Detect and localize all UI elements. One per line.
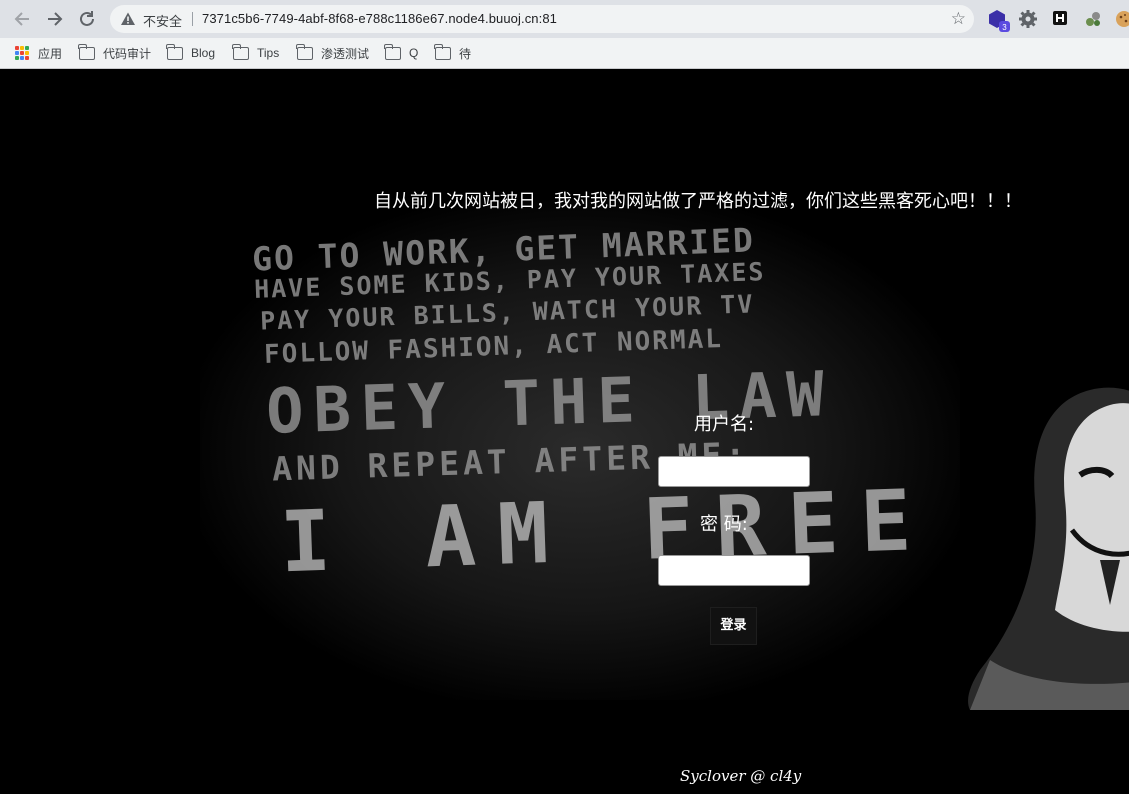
- extension-puzzle-button[interactable]: [1082, 8, 1104, 30]
- forward-button[interactable]: [44, 8, 66, 30]
- bookmark-folder-tips[interactable]: Tips: [232, 43, 280, 62]
- folder-icon: [296, 43, 313, 60]
- puzzle-extension-icon: [1086, 12, 1100, 26]
- cookie-icon: [1116, 11, 1129, 27]
- extension-badge: 3: [1002, 23, 1007, 32]
- bookmark-label: 代码审计: [103, 46, 152, 61]
- reload-button[interactable]: [76, 8, 98, 30]
- address-bar[interactable]: 不安全 7371c5b6-7749-4abf-8f68-e788c1186e67…: [110, 5, 974, 33]
- gear-icon: [1019, 10, 1037, 28]
- extension-cookie-button[interactable]: [1113, 8, 1129, 30]
- bookmark-folder-blog[interactable]: Blog: [166, 43, 216, 62]
- bookmark-label: Q: [409, 46, 419, 60]
- bookmark-folder-q[interactable]: Q: [384, 43, 419, 62]
- folder-icon: [384, 43, 401, 60]
- h-square-icon: [1053, 11, 1067, 25]
- bookmark-star-icon[interactable]: ☆: [951, 9, 966, 29]
- folder-icon: [78, 43, 95, 60]
- extension-gear-button[interactable]: [1017, 8, 1039, 30]
- back-button[interactable]: [11, 8, 33, 30]
- reload-icon: [80, 11, 94, 26]
- bookmark-label: 渗透测试: [321, 46, 370, 61]
- bookmark-folder-pentest[interactable]: 渗透测试: [296, 43, 370, 62]
- hexagon-extension-icon: 3: [989, 10, 1010, 32]
- password-label: 密 码:: [700, 514, 748, 535]
- apps-icon: [15, 46, 29, 60]
- bookmark-folder-code-audit[interactable]: 代码审计: [78, 43, 152, 62]
- browser-toolbar: 不安全 7371c5b6-7749-4abf-8f68-e788c1186e67…: [0, 0, 1129, 38]
- guy-fawkes-mask-image: [968, 387, 1129, 710]
- poster-line: I AM FREE: [278, 470, 935, 592]
- bookmark-apps[interactable]: 应用: [15, 44, 62, 62]
- url-text[interactable]: 7371c5b6-7749-4abf-8f68-e788c1186e67.nod…: [202, 11, 557, 26]
- address-separator: [192, 12, 193, 26]
- arrow-left-icon: [14, 12, 29, 26]
- bookmark-label: Tips: [257, 46, 280, 60]
- bookmark-label: 应用: [38, 46, 63, 61]
- bookmarks-bar: 应用 代码审计 Blog Tips 渗透测试 Q 待: [0, 38, 1129, 69]
- folder-icon: [166, 43, 183, 60]
- bookmark-label: 待: [459, 46, 472, 61]
- folder-icon: [434, 43, 451, 60]
- background-poster: GO TO WORK, GET MARRIED HAVE SOME KIDS, …: [250, 220, 934, 600]
- security-label[interactable]: 不安全: [143, 11, 182, 30]
- arrow-right-icon: [48, 12, 63, 26]
- page-headline: 自从前几次网站被日，我对我的网站做了严格的过滤，你们这些黑客死心吧！！！: [374, 191, 1022, 212]
- password-input[interactable]: [658, 555, 810, 586]
- bookmark-label: Blog: [191, 46, 216, 60]
- page-footer: Syclover @ cl4y: [680, 767, 802, 785]
- username-input[interactable]: [658, 456, 810, 487]
- login-button[interactable]: 登录: [710, 607, 757, 645]
- warning-icon: [121, 12, 135, 25]
- bookmark-folder-pending[interactable]: 待: [434, 43, 472, 62]
- page-content: GO TO WORK, GET MARRIED HAVE SOME KIDS, …: [0, 70, 1129, 794]
- folder-icon: [232, 43, 249, 60]
- extension-hexagon-button[interactable]: 3: [986, 8, 1010, 32]
- extension-h-button[interactable]: [1050, 8, 1072, 30]
- username-label: 用户名:: [694, 414, 755, 435]
